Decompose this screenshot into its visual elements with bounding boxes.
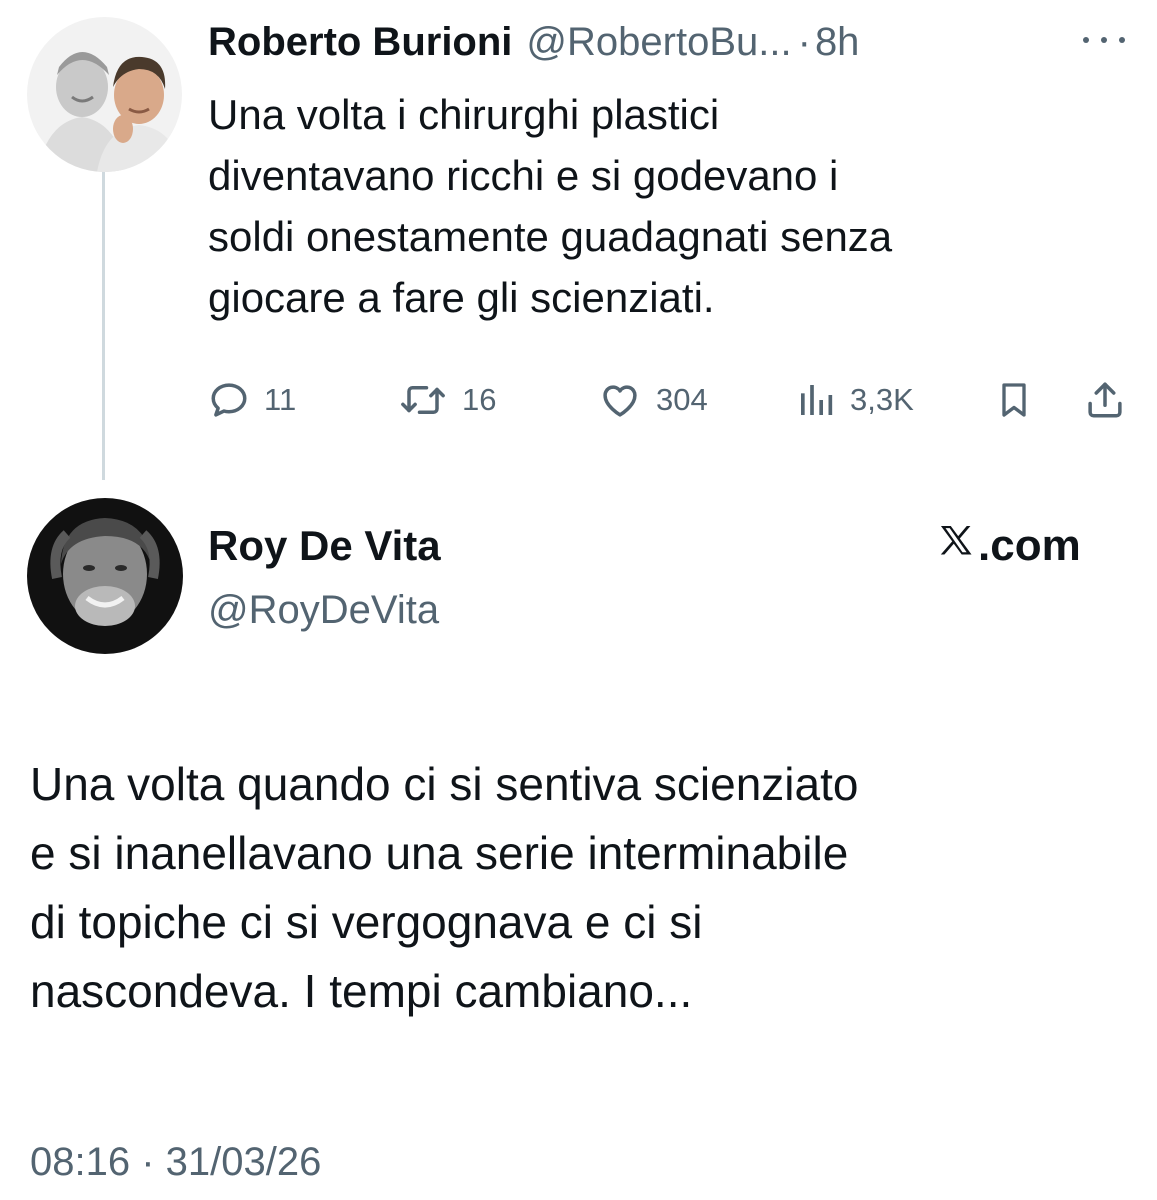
retweet-count: 16 xyxy=(462,382,497,417)
embedded-timestamp: 08:16 · 31/03/26 xyxy=(30,1140,322,1184)
tweet-text-line: diventavano ricchi e si godevano i xyxy=(208,152,839,199)
embedded-text-line: e si inanellavano una serie interminabil… xyxy=(30,827,849,879)
retweet-icon xyxy=(398,379,448,421)
tweet-screenshot: Roberto Burioni @RobertoBu... · 8h Una v… xyxy=(0,0,1157,1200)
views-button[interactable]: 3,3K xyxy=(796,372,914,428)
author-name[interactable]: Roberto Burioni xyxy=(208,18,512,66)
x-logo-icon xyxy=(936,520,976,572)
x-com-brand: .com xyxy=(936,520,1081,572)
like-count: 304 xyxy=(656,382,708,417)
retweet-button[interactable]: 16 xyxy=(398,372,496,428)
bookmark-button[interactable] xyxy=(994,372,1034,428)
bookmark-icon xyxy=(994,378,1034,422)
reply-count: 11 xyxy=(264,382,297,417)
reply-button[interactable]: 11 xyxy=(208,372,296,428)
tweet-text: Una volta i chirurghi plastici diventava… xyxy=(208,84,1108,328)
avatar-roy-de-vita[interactable] xyxy=(27,498,183,654)
like-icon xyxy=(598,379,642,421)
avatar-roberto-burioni[interactable] xyxy=(27,17,182,172)
embedded-author-name[interactable]: Roy De Vita xyxy=(208,520,441,572)
embedded-text-line: nascondeva. I tempi cambiano... xyxy=(30,965,693,1017)
x-com-text: .com xyxy=(978,521,1081,570)
share-button[interactable] xyxy=(1084,372,1126,428)
tweet-actions: 11 16 304 3,3K xyxy=(208,372,1128,428)
like-button[interactable]: 304 xyxy=(598,372,708,428)
embedded-text-line: di topiche ci si vergognava e ci si xyxy=(30,896,703,948)
author-handle[interactable]: @RobertoBu... xyxy=(526,18,791,66)
share-icon xyxy=(1084,378,1126,422)
tweet-time[interactable]: 8h xyxy=(815,18,860,66)
views-icon xyxy=(796,379,836,421)
tweet-header: Roberto Burioni @RobertoBu... · 8h xyxy=(208,18,859,66)
more-icon[interactable] xyxy=(1083,30,1125,50)
header-separator: · xyxy=(797,20,811,64)
tweet-text-line: Una volta i chirurghi plastici xyxy=(208,91,720,138)
tweet-text-line: giocare a fare gli scienziati. xyxy=(208,274,715,321)
thread-line xyxy=(102,172,105,480)
embedded-text-line: Una volta quando ci si sentiva scienziat… xyxy=(30,758,859,810)
tweet-text-line: soldi onestamente guadagnati senza xyxy=(208,213,893,260)
views-count: 3,3K xyxy=(850,382,914,417)
reply-icon xyxy=(208,379,250,421)
embedded-tweet-text: Una volta quando ci si sentiva scienziat… xyxy=(30,750,1130,1026)
embedded-author-handle[interactable]: @RoyDeVita xyxy=(208,585,439,635)
